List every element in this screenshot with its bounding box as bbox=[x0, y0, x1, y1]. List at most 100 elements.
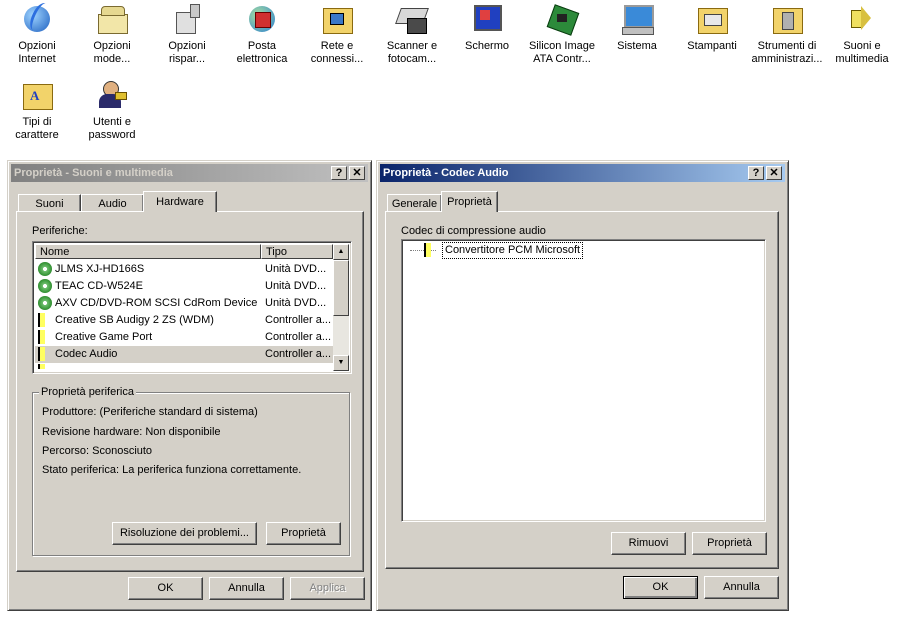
icon-label-line1: Silicon Image bbox=[528, 40, 596, 52]
tab-hardware[interactable]: Hardware bbox=[143, 191, 217, 212]
schermo-item[interactable]: Schermo bbox=[450, 2, 524, 53]
cancel-button[interactable]: Annulla bbox=[704, 576, 779, 599]
icon-label-line1: Opzioni bbox=[168, 40, 206, 52]
opzioni-modem-icon bbox=[95, 2, 129, 36]
posta-elettronica-item[interactable]: Posta elettronica bbox=[225, 2, 299, 66]
cd-drive-icon bbox=[38, 296, 52, 310]
title-bar[interactable]: Proprietà - Suoni e multimedia ? ✕ bbox=[11, 164, 368, 182]
opzioni-internet-item[interactable]: Opzioni Internet bbox=[0, 0, 74, 66]
utenti-password-icon bbox=[95, 78, 129, 112]
close-button[interactable]: ✕ bbox=[349, 166, 365, 180]
strumenti-amministrazione-item[interactable]: Strumenti di amministrazi... bbox=[750, 2, 824, 66]
utenti-password-item[interactable]: Utenti e password bbox=[75, 78, 149, 142]
silicon-image-item[interactable]: Silicon Image ATA Contr... bbox=[525, 2, 599, 66]
sistema-icon bbox=[620, 2, 654, 36]
apply-button[interactable]: Applica bbox=[290, 577, 365, 600]
icon-label-line2: amministrazi... bbox=[751, 53, 823, 65]
device-name: AXV CD/DVD-ROM SCSI CdRom Device bbox=[55, 297, 258, 309]
icon-label-line1: Posta bbox=[247, 40, 277, 52]
stampanti-icon bbox=[695, 2, 729, 36]
scanner-fotocamere-icon bbox=[395, 2, 429, 36]
ok-button[interactable]: OK bbox=[128, 577, 203, 600]
device-name: Creative SB Audigy 2 ZS (WDM) bbox=[55, 314, 214, 326]
opzioni-internet-icon bbox=[20, 0, 54, 36]
help-button[interactable]: ? bbox=[748, 166, 764, 180]
properties-tab-panel: Codec di compressione audio Convertitore… bbox=[385, 211, 779, 569]
device-row[interactable]: Creative SB Audigy 2 ZS (WDM) Controller… bbox=[35, 312, 333, 329]
device-name: JLMS XJ-HD166S bbox=[55, 263, 145, 275]
cancel-button[interactable]: Annulla bbox=[209, 577, 284, 600]
remove-button[interactable]: Rimuovi bbox=[611, 532, 686, 555]
icon-label-line2: rispar... bbox=[168, 53, 206, 65]
icon-label-line2: Internet bbox=[18, 53, 56, 65]
scroll-down-button[interactable]: ▼ bbox=[333, 355, 349, 371]
icon-label-line1: Tipi di bbox=[22, 116, 52, 128]
icon-label-line1: Stampanti bbox=[687, 40, 737, 52]
device-properties-button[interactable]: Proprietà bbox=[266, 522, 341, 545]
tab-generale[interactable]: Generale bbox=[387, 194, 442, 212]
tab-proprieta[interactable]: Proprietà bbox=[441, 191, 498, 212]
vertical-scrollbar[interactable]: ▲ ▼ bbox=[333, 244, 349, 371]
speaker-icon bbox=[38, 347, 52, 361]
devices-list[interactable]: Nome Tipo JLMS XJ-HD166S Unità DVD... TE… bbox=[32, 241, 352, 374]
prop-path: Percorso: Sconosciuto bbox=[42, 445, 153, 457]
device-type: Controller a... bbox=[265, 348, 332, 360]
scanner-fotocamere-item[interactable]: Scanner e fotocam... bbox=[375, 2, 449, 66]
help-button[interactable]: ? bbox=[331, 166, 347, 180]
opzioni-risparmio-icon bbox=[170, 2, 204, 36]
device-name: Creative Game Port bbox=[55, 331, 153, 343]
device-name: TEAC CD-W524E bbox=[55, 280, 144, 292]
schermo-icon bbox=[470, 2, 504, 36]
title-bar[interactable]: Proprietà - Codec Audio ? ✕ bbox=[380, 164, 785, 182]
device-row-selected[interactable]: Codec Audio Controller a... bbox=[35, 346, 333, 363]
sound-multimedia-dialog: Proprietà - Suoni e multimedia ? ✕ Suoni… bbox=[7, 160, 372, 611]
column-header-nome[interactable]: Nome bbox=[35, 244, 261, 259]
speaker-icon bbox=[38, 364, 52, 369]
rete-connessioni-item[interactable]: Rete e connessi... bbox=[300, 2, 374, 66]
icon-label-line2: ATA Contr... bbox=[533, 53, 591, 65]
icon-label-line1: Sistema bbox=[617, 40, 657, 52]
column-header-tipo[interactable]: Tipo bbox=[261, 244, 333, 259]
icon-label-line2: elettronica bbox=[236, 53, 288, 65]
tipi-carattere-item[interactable]: A Tipi di carattere bbox=[0, 78, 74, 142]
device-type: Controller a... bbox=[265, 331, 332, 343]
sistema-item[interactable]: Sistema bbox=[600, 2, 674, 53]
dialog-title: Proprietà - Codec Audio bbox=[383, 167, 509, 179]
ok-button[interactable]: OK bbox=[623, 576, 698, 599]
scroll-up-button[interactable]: ▲ bbox=[333, 244, 349, 260]
device-row[interactable]: TEAC CD-W524E Unità DVD... bbox=[35, 278, 333, 295]
icon-label-line2: connessi... bbox=[310, 53, 364, 65]
suoni-multimedia-icon bbox=[845, 2, 879, 36]
opzioni-modem-item[interactable]: Opzioni mode... bbox=[75, 2, 149, 66]
codec-properties-button[interactable]: Proprietà bbox=[692, 532, 767, 555]
icon-label-line2: carattere bbox=[15, 129, 59, 141]
speaker-icon bbox=[424, 243, 438, 257]
troubleshoot-button[interactable]: Risoluzione dei problemi... bbox=[112, 522, 257, 545]
hardware-tab-panel: Periferiche: Nome Tipo JLMS XJ-HD166S Un… bbox=[16, 211, 364, 572]
scroll-thumb[interactable] bbox=[333, 260, 349, 316]
stampanti-item[interactable]: Stampanti bbox=[675, 2, 749, 53]
device-row[interactable]: JLMS XJ-HD166S Unità DVD... bbox=[35, 261, 333, 278]
devices-label: Periferiche: bbox=[32, 225, 88, 237]
codec-tree[interactable]: Convertitore PCM Microsoft bbox=[401, 239, 766, 522]
rete-connessioni-icon bbox=[320, 2, 354, 36]
posta-elettronica-icon bbox=[245, 2, 279, 36]
icon-label-line1: Utenti e bbox=[93, 116, 131, 128]
prop-hardware-revision: Revisione hardware: Non disponibile bbox=[42, 426, 221, 438]
icon-label-line2: fotocam... bbox=[387, 53, 437, 65]
tipi-carattere-icon: A bbox=[20, 78, 54, 112]
prop-manufacturer: Produttore: (Periferiche standard di sis… bbox=[42, 406, 258, 418]
codec-audio-dialog: Proprietà - Codec Audio ? ✕ Generale Pro… bbox=[376, 160, 789, 611]
close-button[interactable]: ✕ bbox=[766, 166, 782, 180]
icon-label-line1: Opzioni bbox=[93, 40, 131, 52]
opzioni-risparmio-item[interactable]: Opzioni rispar... bbox=[150, 2, 224, 66]
tab-audio[interactable]: Audio bbox=[81, 194, 144, 212]
device-row[interactable]: AXV CD/DVD-ROM SCSI CdRom Device Unità D… bbox=[35, 295, 333, 312]
silicon-image-icon bbox=[545, 2, 580, 36]
codec-list-label: Codec di compressione audio bbox=[401, 225, 546, 237]
codec-item-pcm[interactable]: Convertitore PCM Microsoft bbox=[442, 242, 584, 259]
device-row[interactable]: Creative Game Port Controller a... bbox=[35, 329, 333, 346]
suoni-multimedia-item[interactable]: Suoni e multimedia bbox=[825, 2, 899, 66]
device-name: Codec Audio bbox=[55, 348, 118, 360]
tab-suoni[interactable]: Suoni bbox=[18, 194, 81, 212]
